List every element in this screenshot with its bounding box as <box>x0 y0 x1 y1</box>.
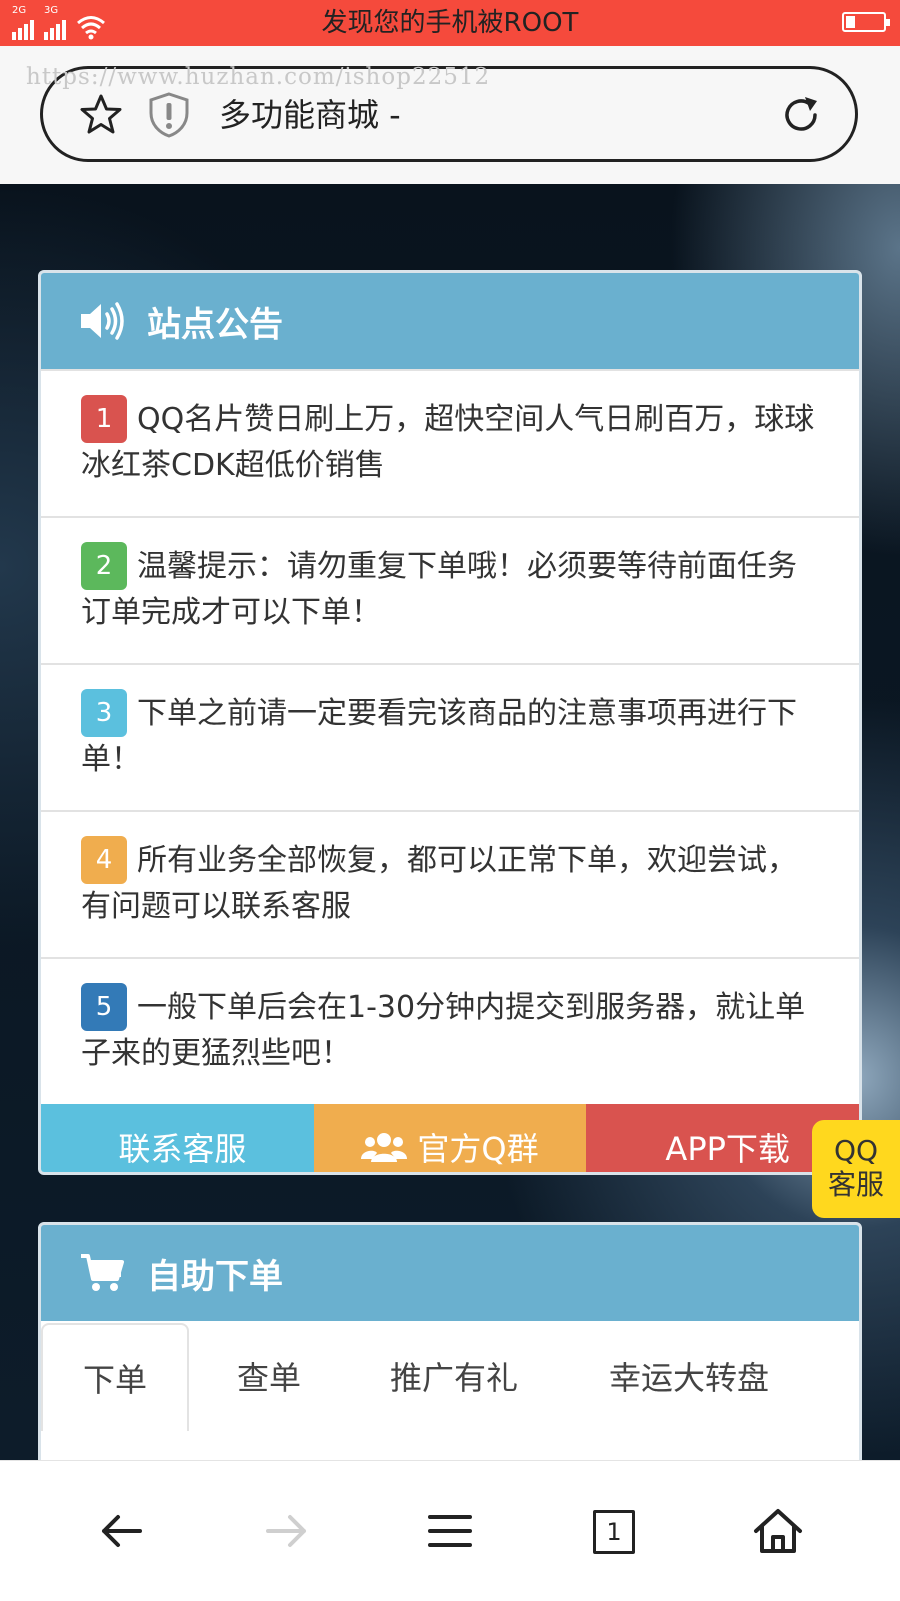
status-title: 发现您的手机被ROOT <box>321 8 579 38</box>
notice-badge-2: 2 <box>81 542 127 590</box>
notice-item-2: 2 温馨提示：请勿重复下单哦！必须要等待前面任务订单完成才可以下单！ <box>41 516 859 663</box>
tabs-icon[interactable]: 1 <box>584 1501 644 1561</box>
official-qq-group-button[interactable]: 官方Q群 <box>313 1104 587 1172</box>
notice-item-3: 3 下单之前请一定要看完该商品的注意事项再进行下单！ <box>41 663 859 810</box>
tab-referral[interactable]: 推广有礼 <box>349 1321 559 1431</box>
tab-query-order[interactable]: 查单 <box>189 1321 349 1431</box>
back-arrow-icon[interactable] <box>92 1501 152 1561</box>
star-icon[interactable] <box>79 93 123 137</box>
users-icon <box>361 1133 408 1162</box>
page-title[interactable]: 多功能商城 - <box>219 91 401 139</box>
qq-float-line2: 客服 <box>827 1168 884 1201</box>
tab-lucky-wheel[interactable]: 幸运大转盘 <box>559 1321 819 1431</box>
official-qq-group-label: 官方Q群 <box>417 1130 539 1168</box>
reload-icon[interactable] <box>777 91 825 139</box>
notice-badge-5: 5 <box>81 983 127 1031</box>
notice-item-5: 5 一般下单后会在1-30分钟内提交到服务器，就让单子来的更猛烈些吧！ <box>41 957 859 1104</box>
cart-icon <box>81 1254 124 1291</box>
status-bar: 2G 3G 发现您的手机被ROOT <box>0 0 900 46</box>
menu-icon[interactable] <box>420 1501 480 1561</box>
browser-toolbar: 多功能商城 - https://www.huzhan.com/ishop2251… <box>0 46 900 184</box>
notice-text-1: QQ名片赞日刷上万，超快空间人气日刷百万，球球冰红茶CDK超低价销售 <box>81 402 815 483</box>
battery-icon <box>842 12 890 32</box>
notice-badge-3: 3 <box>81 689 127 737</box>
notice-panel-title: 站点公告 <box>147 304 283 345</box>
qq-float-line1: QQ <box>833 1134 879 1167</box>
qq-service-float-button[interactable]: QQ 客服 <box>812 1120 900 1218</box>
notice-text-2: 温馨提示：请勿重复下单哦！必须要等待前面任务订单完成才可以下单！ <box>81 549 797 630</box>
tab-count: 1 <box>593 1510 635 1554</box>
app-download-label: APP下载 <box>665 1130 790 1168</box>
notice-badge-4: 4 <box>81 836 127 884</box>
notice-text-5: 一般下单后会在1-30分钟内提交到服务器，就让单子来的更猛烈些吧！ <box>81 990 806 1071</box>
notice-panel-header: 站点公告 <box>41 273 859 369</box>
order-panel: 自助下单 下单 查单 推广有礼 幸运大转盘 <box>38 1222 862 1482</box>
watermark: https://www.huzhan.com/ishop22512 <box>26 64 491 90</box>
browser-bottom-nav: 1 <box>0 1460 900 1601</box>
notice-badge-1: 1 <box>81 395 127 443</box>
notice-item-1: 1 QQ名片赞日刷上万，超快空间人气日刷百万，球球冰红茶CDK超低价销售 <box>41 369 859 516</box>
page-content: 站点公告 1 QQ名片赞日刷上万，超快空间人气日刷百万，球球冰红茶CDK超低价销售… <box>0 184 900 1482</box>
notice-item-4: 4 所有业务全部恢复，都可以正常下单，欢迎尝试，有问题可以联系客服 <box>41 810 859 957</box>
contact-service-button[interactable]: 联系客服 <box>41 1104 314 1172</box>
order-panel-header: 自助下单 <box>41 1225 859 1321</box>
forward-arrow-icon[interactable] <box>256 1501 316 1561</box>
order-tabs: 下单 查单 推广有礼 幸运大转盘 <box>41 1321 859 1431</box>
shield-warning-icon[interactable] <box>147 91 191 139</box>
home-icon[interactable] <box>748 1501 808 1561</box>
order-panel-title: 自助下单 <box>147 1256 283 1297</box>
notice-text-4: 所有业务全部恢复，都可以正常下单，欢迎尝试，有问题可以联系客服 <box>81 843 797 924</box>
notice-panel: 站点公告 1 QQ名片赞日刷上万，超快空间人气日刷百万，球球冰红茶CDK超低价销售… <box>38 270 862 1175</box>
notice-text-3: 下单之前请一定要看完该商品的注意事项再进行下单！ <box>81 696 797 777</box>
tab-order[interactable]: 下单 <box>41 1323 189 1431</box>
speaker-icon <box>81 302 124 340</box>
contact-service-label: 联系客服 <box>118 1130 247 1168</box>
notice-action-buttons: 联系客服 官方Q群 APP下载 <box>41 1104 859 1172</box>
